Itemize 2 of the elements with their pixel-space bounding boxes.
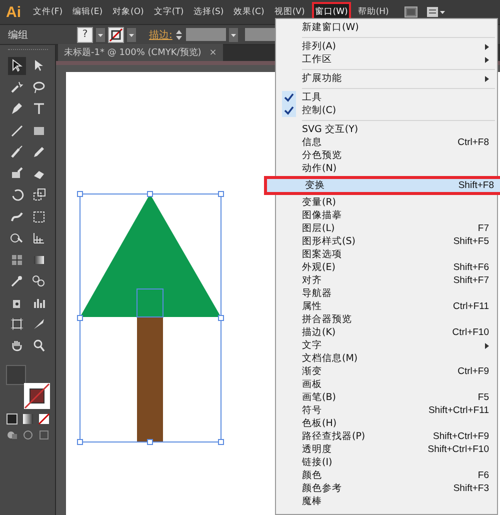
selection-label: 编组 bbox=[8, 28, 29, 42]
app-logo: Ai bbox=[6, 4, 21, 20]
